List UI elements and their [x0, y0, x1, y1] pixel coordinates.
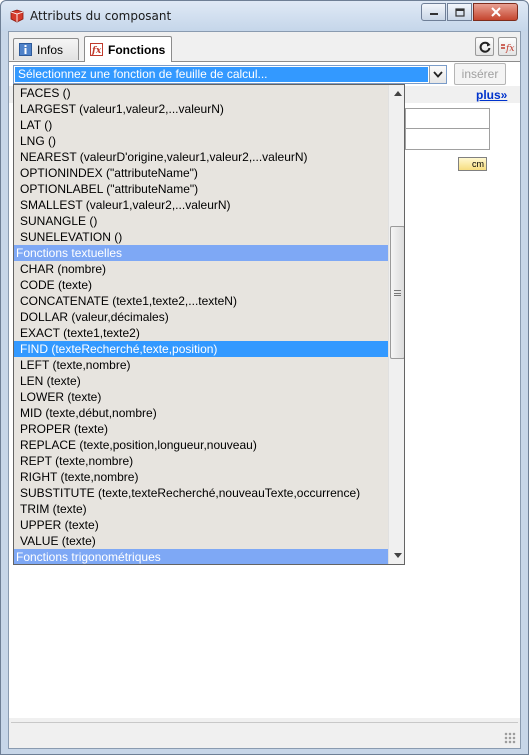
- close-icon: [490, 7, 501, 17]
- field-divider: [405, 128, 490, 129]
- tab-strip: Infos fx Fonctions fx: [9, 32, 520, 62]
- tab-fonctions[interactable]: fx Fonctions: [84, 36, 172, 62]
- window-title: Attributs du composant: [30, 9, 172, 23]
- list-item[interactable]: MID (texte,début,nombre): [14, 405, 388, 421]
- list-item[interactable]: EXACT (texte1,texte2): [14, 325, 388, 341]
- list-item[interactable]: DOLLAR (valeur,décimales): [14, 309, 388, 325]
- function-fx-icon: fx: [90, 43, 103, 56]
- list-item[interactable]: FACES (): [14, 85, 388, 101]
- list-item[interactable]: OPTIONINDEX ("attributeName"): [14, 165, 388, 181]
- list-item[interactable]: CHAR (nombre): [14, 261, 388, 277]
- list-item[interactable]: UPPER (texte): [14, 517, 388, 533]
- list-item[interactable]: LAT (): [14, 117, 388, 133]
- scroll-down-arrow-icon: [393, 553, 402, 558]
- scroll-thumb[interactable]: [390, 226, 404, 359]
- refresh-button[interactable]: [475, 37, 494, 56]
- list-item[interactable]: SUNELEVATION (): [14, 229, 388, 245]
- svg-text:fx: fx: [505, 44, 514, 53]
- chevron-down-icon: [433, 71, 443, 78]
- list-item[interactable]: RIGHT (texte,nombre): [14, 469, 388, 485]
- list-item[interactable]: PROPER (texte): [14, 421, 388, 437]
- function-select-value: Sélectionnez une fonction de feuille de …: [15, 67, 428, 82]
- sketchup-app-icon: [10, 9, 24, 23]
- unit-field[interactable]: cm: [458, 157, 487, 171]
- list-item[interactable]: LARGEST (valeur1,valeur2,...valeurN): [14, 101, 388, 117]
- list-item[interactable]: CONCATENATE (texte1,texte2,...texteN): [14, 293, 388, 309]
- list-group-header: Fonctions textuelles: [14, 245, 388, 261]
- maximize-icon: [454, 7, 465, 17]
- list-item[interactable]: REPT (texte,nombre): [14, 453, 388, 469]
- info-icon: [19, 43, 32, 56]
- function-select-arrow[interactable]: [429, 66, 446, 83]
- dropdown-scrollbar[interactable]: [388, 85, 404, 564]
- scroll-up-button[interactable]: [389, 85, 404, 102]
- list-group-header: Fonctions trigonométriques: [14, 549, 388, 564]
- maximize-button[interactable]: [447, 3, 472, 21]
- minimize-icon: [429, 13, 438, 15]
- list-item[interactable]: REPLACE (texte,position,longueur,nouveau…: [14, 437, 388, 453]
- list-item[interactable]: LOWER (texte): [14, 389, 388, 405]
- list-item[interactable]: CODE (texte): [14, 277, 388, 293]
- list-item[interactable]: OPTIONLABEL ("attributeName"): [14, 181, 388, 197]
- list-item[interactable]: LNG (): [14, 133, 388, 149]
- list-item[interactable]: LEN (texte): [14, 373, 388, 389]
- close-button[interactable]: [473, 3, 518, 21]
- minimize-button[interactable]: [421, 3, 446, 21]
- list-item[interactable]: SUNANGLE (): [14, 213, 388, 229]
- list-item[interactable]: SUBSTITUTE (texte,texteRecherché,nouveau…: [14, 485, 388, 501]
- formula-toggle-button[interactable]: fx: [498, 37, 517, 56]
- equals-fx-icon: fx: [501, 44, 514, 53]
- status-bar: [11, 722, 518, 746]
- function-dropdown-list[interactable]: FACES () LARGEST (valeur1,valeur2,...vale…: [13, 84, 405, 565]
- svg-text:fx: fx: [91, 46, 102, 56]
- tab-infos-label: Infos: [37, 42, 64, 57]
- thumb-grip: [394, 289, 401, 296]
- list-item[interactable]: SMALLEST (valeur1,valeur2,...valeurN): [14, 197, 388, 213]
- list-item[interactable]: NEAREST (valeurD'origine,valeur1,valeur2…: [14, 149, 388, 165]
- list-item[interactable]: TRIM (texte): [14, 501, 388, 517]
- insert-button[interactable]: insérer: [454, 63, 506, 85]
- scroll-up-arrow-icon: [393, 91, 402, 96]
- scroll-down-button[interactable]: [389, 547, 404, 564]
- tab-infos[interactable]: Infos: [13, 38, 79, 60]
- more-link[interactable]: plus»: [476, 88, 507, 102]
- list-item[interactable]: VALUE (texte): [14, 533, 388, 549]
- component-attributes-window: Attributs du composant Infos fx Fonction…: [0, 0, 529, 755]
- function-select[interactable]: Sélectionnez une fonction de feuille de …: [13, 65, 447, 84]
- attribute-field-box: cm: [405, 108, 490, 171]
- function-list[interactable]: FACES () LARGEST (valeur1,valeur2,...vale…: [14, 85, 388, 564]
- list-item[interactable]: FIND (texteRecherché,texte,position): [14, 341, 388, 357]
- resize-grip[interactable]: [504, 732, 516, 744]
- list-item[interactable]: LEFT (texte,nombre): [14, 357, 388, 373]
- title-bar[interactable]: Attributs du composant: [1, 1, 528, 31]
- tab-fonctions-label: Fonctions: [108, 42, 166, 57]
- refresh-icon: [479, 41, 490, 53]
